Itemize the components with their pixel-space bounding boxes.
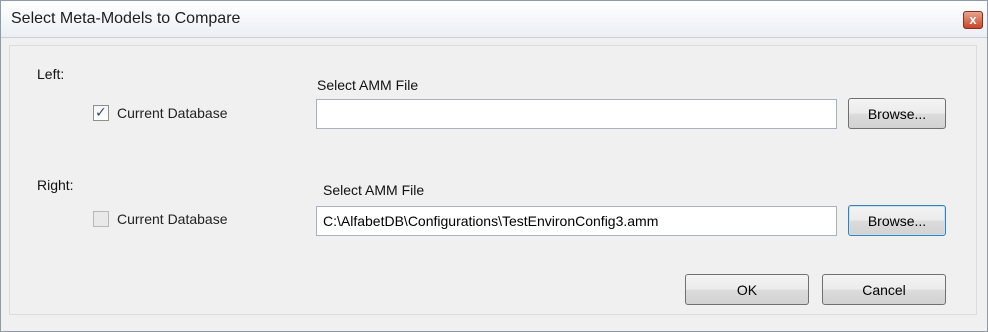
right-current-database-label: Current Database [117, 211, 228, 227]
left-amm-file-input[interactable] [316, 99, 837, 129]
left-current-database-option[interactable]: Current Database [93, 104, 228, 121]
title-bar[interactable]: Select Meta-Models to Compare x [1, 1, 987, 38]
right-browse-button[interactable]: Browse... [848, 205, 946, 236]
dialog-title: Select Meta-Models to Compare [11, 10, 241, 27]
left-current-database-checkbox[interactable] [93, 104, 109, 121]
left-browse-button[interactable]: Browse... [848, 98, 946, 129]
right-group-label: Right: [37, 177, 74, 193]
right-select-amm-file-label: Select AMM File [323, 182, 425, 198]
ok-button[interactable]: OK [685, 274, 809, 305]
cancel-button[interactable]: Cancel [822, 274, 946, 305]
close-icon: x [969, 12, 977, 27]
close-button[interactable]: x [963, 11, 983, 29]
compare-dialog: Select Meta-Models to Compare x Left: Cu… [0, 0, 988, 332]
left-current-database-label: Current Database [117, 105, 228, 121]
right-amm-file-input[interactable] [316, 206, 837, 236]
left-select-amm-file-label: Select AMM File [317, 77, 419, 93]
right-current-database-option[interactable]: Current Database [93, 211, 228, 227]
right-current-database-checkbox[interactable] [93, 211, 109, 227]
left-group-label: Left: [37, 66, 65, 82]
